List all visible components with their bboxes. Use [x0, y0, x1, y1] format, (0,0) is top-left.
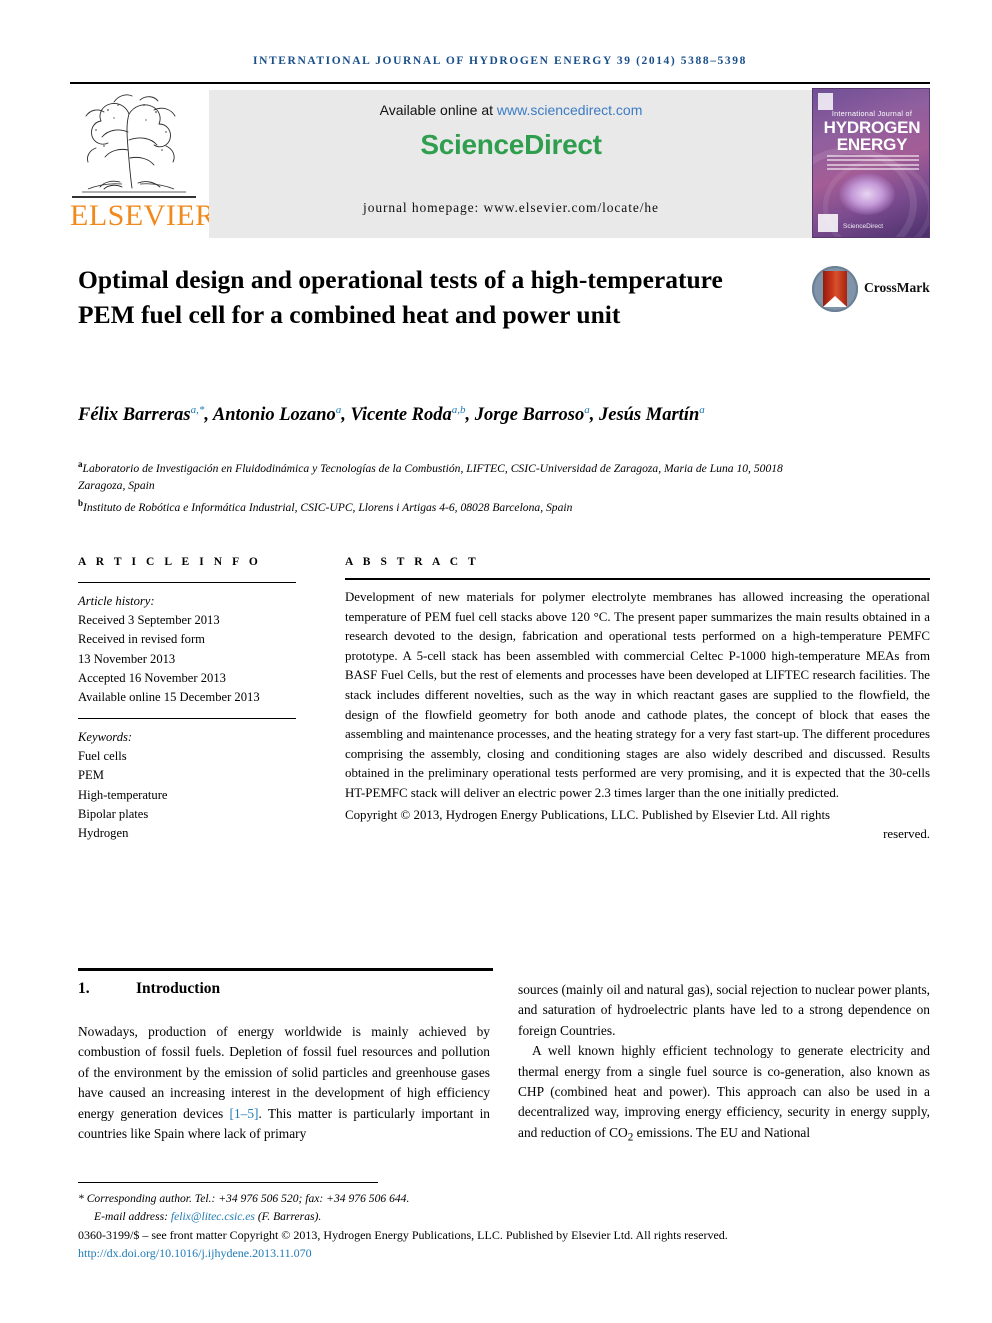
sciencedirect-logo: ScienceDirect	[420, 129, 602, 160]
keyword-item: PEM	[78, 768, 104, 783]
keyword-item: Fuel cells	[78, 749, 127, 764]
keywords-label: Keywords:	[78, 730, 133, 744]
body-paragraph: A well known highly efficient technology…	[518, 1041, 930, 1148]
cover-supertitle: International Journal of	[831, 109, 913, 118]
journal-cover-thumbnail: International Journal of HYDROGEN ENERGY…	[812, 88, 930, 238]
keyword-item: High-temperature	[78, 787, 168, 802]
email-line: E-mail address: felix@litec.csic.es (F. …	[78, 1208, 938, 1226]
cover-sciencedirect-label: ScienceDirect	[843, 223, 884, 230]
citation-link[interactable]: [1–5]	[229, 1106, 258, 1121]
front-matter-line: 0360-3199/$ – see front matter Copyright…	[78, 1228, 728, 1243]
abstract-text: Development of new materials for polymer…	[345, 590, 930, 800]
footnote-rule	[78, 1182, 378, 1183]
sciencedirect-url[interactable]: www.sciencedirect.com	[497, 102, 643, 118]
corresponding-author-note: * Corresponding author. Tel.: +34 976 50…	[78, 1192, 410, 1205]
abstract-copyright-text: Copyright © 2013, Hydrogen Energy Public…	[345, 807, 831, 822]
author-name: Antonio Lozano	[212, 405, 336, 426]
author-affil-marker: a,*	[190, 404, 205, 416]
cover-iahe-icon	[818, 214, 838, 232]
elsevier-logo: ELSEVIER	[70, 88, 216, 238]
keyword-item: Hydrogen	[78, 826, 129, 841]
abstract-copyright-lastline: reserved.	[883, 827, 930, 842]
cover-title-line2: ENERGY	[836, 135, 908, 154]
paper-page: INTERNATIONAL JOURNAL OF HYDROGEN ENERGY…	[0, 0, 992, 1323]
sciencedirect-band: Available online at www.sciencedirect.co…	[209, 90, 813, 238]
crossmark-icon	[812, 266, 858, 312]
footnote-block: * Corresponding author. Tel.: +34 976 50…	[78, 1190, 938, 1262]
header-rule	[70, 82, 930, 84]
abstract-rule	[345, 578, 930, 580]
crossmark-label: CrossMark	[864, 280, 930, 295]
keyword-item: Bipolar plates	[78, 806, 149, 821]
chp-text-post: emissions. The EU and National	[633, 1124, 811, 1140]
page-title: Optimal design and operational tests of …	[78, 265, 723, 329]
section-title: Introduction	[136, 980, 221, 997]
article-history-item: Accepted 16 November 2013	[78, 670, 226, 685]
author-name: Félix Barreras	[78, 405, 191, 426]
body-column-left: Nowadays, production of energy worldwide…	[78, 1022, 490, 1144]
available-online-prefix: Available online at	[379, 102, 497, 118]
affiliation-item: aLaboratorio de Investigación en Fluidod…	[78, 456, 818, 495]
affiliation-text: Instituto de Robótica e Informática Indu…	[83, 500, 573, 514]
email-suffix: (F. Barreras).	[254, 1209, 322, 1223]
author-affil-marker: a,b	[451, 404, 466, 416]
masthead: ELSEVIER Available online at www.science…	[70, 88, 930, 238]
cover-editor-lines	[827, 155, 919, 173]
cover-orb	[839, 173, 895, 215]
article-info-heading: A R T I C L E I N F O	[78, 556, 262, 568]
crossmark-notch-shape	[823, 296, 847, 307]
affiliation-list: aLaboratorio de Investigación en Fluidod…	[78, 456, 818, 516]
keywords-block: Keywords: Fuel cells PEM High-temperatur…	[78, 728, 296, 843]
author-list: Félix Barrerasa,*, Antonio Lozanoa, Vice…	[78, 404, 705, 426]
author-name: Jesús Martín	[599, 405, 700, 426]
author-affil-marker: a	[584, 404, 590, 416]
abstract-copyright: Copyright © 2013, Hydrogen Energy Public…	[345, 806, 930, 845]
article-history-item: 13 November 2013	[78, 651, 176, 666]
doi-link[interactable]: http://dx.doi.org/10.1016/j.ijhydene.201…	[78, 1245, 938, 1263]
article-history: Article history: Received 3 September 20…	[78, 592, 296, 707]
cover-publisher-icon	[818, 93, 833, 110]
article-history-item: Available online 15 December 2013	[78, 690, 260, 705]
body-column-right: sources (mainly oil and natural gas), so…	[518, 980, 930, 1148]
available-online-line: Available online at www.sciencedirect.co…	[209, 102, 813, 118]
body-paragraph: sources (mainly oil and natural gas), so…	[518, 982, 930, 1038]
keywords-rule	[78, 718, 296, 719]
abstract-body: Development of new materials for polymer…	[345, 588, 930, 845]
article-history-label: Article history:	[78, 594, 155, 608]
author-name: Vicente Roda	[350, 405, 452, 426]
email-link[interactable]: felix@litec.csic.es	[171, 1210, 255, 1223]
abstract-heading: A B S T R A C T	[345, 556, 480, 568]
elsevier-wordmark: ELSEVIER	[70, 199, 216, 232]
email-label: E-mail address:	[94, 1209, 171, 1223]
author-name: Jorge Barroso	[474, 405, 585, 426]
author-affil-marker: a	[335, 404, 342, 416]
section-number: 1.	[78, 980, 90, 997]
section-rule	[78, 968, 493, 971]
affiliation-text: Laboratorio de Investigación en Fluidodi…	[78, 461, 783, 493]
journal-homepage[interactable]: journal homepage: www.elsevier.com/locat…	[209, 200, 813, 216]
article-history-item: Received in revised form	[78, 632, 205, 647]
article-info-rule	[78, 582, 296, 583]
article-history-item: Received 3 September 2013	[78, 613, 220, 628]
running-head: INTERNATIONAL JOURNAL OF HYDROGEN ENERGY…	[253, 55, 747, 67]
crossmark-badge[interactable]: CrossMark	[812, 266, 930, 318]
author-affil-marker: a	[699, 404, 705, 416]
elsevier-tree-icon	[82, 94, 186, 193]
affiliation-item: bInstituto de Robótica e Informática Ind…	[78, 495, 818, 516]
